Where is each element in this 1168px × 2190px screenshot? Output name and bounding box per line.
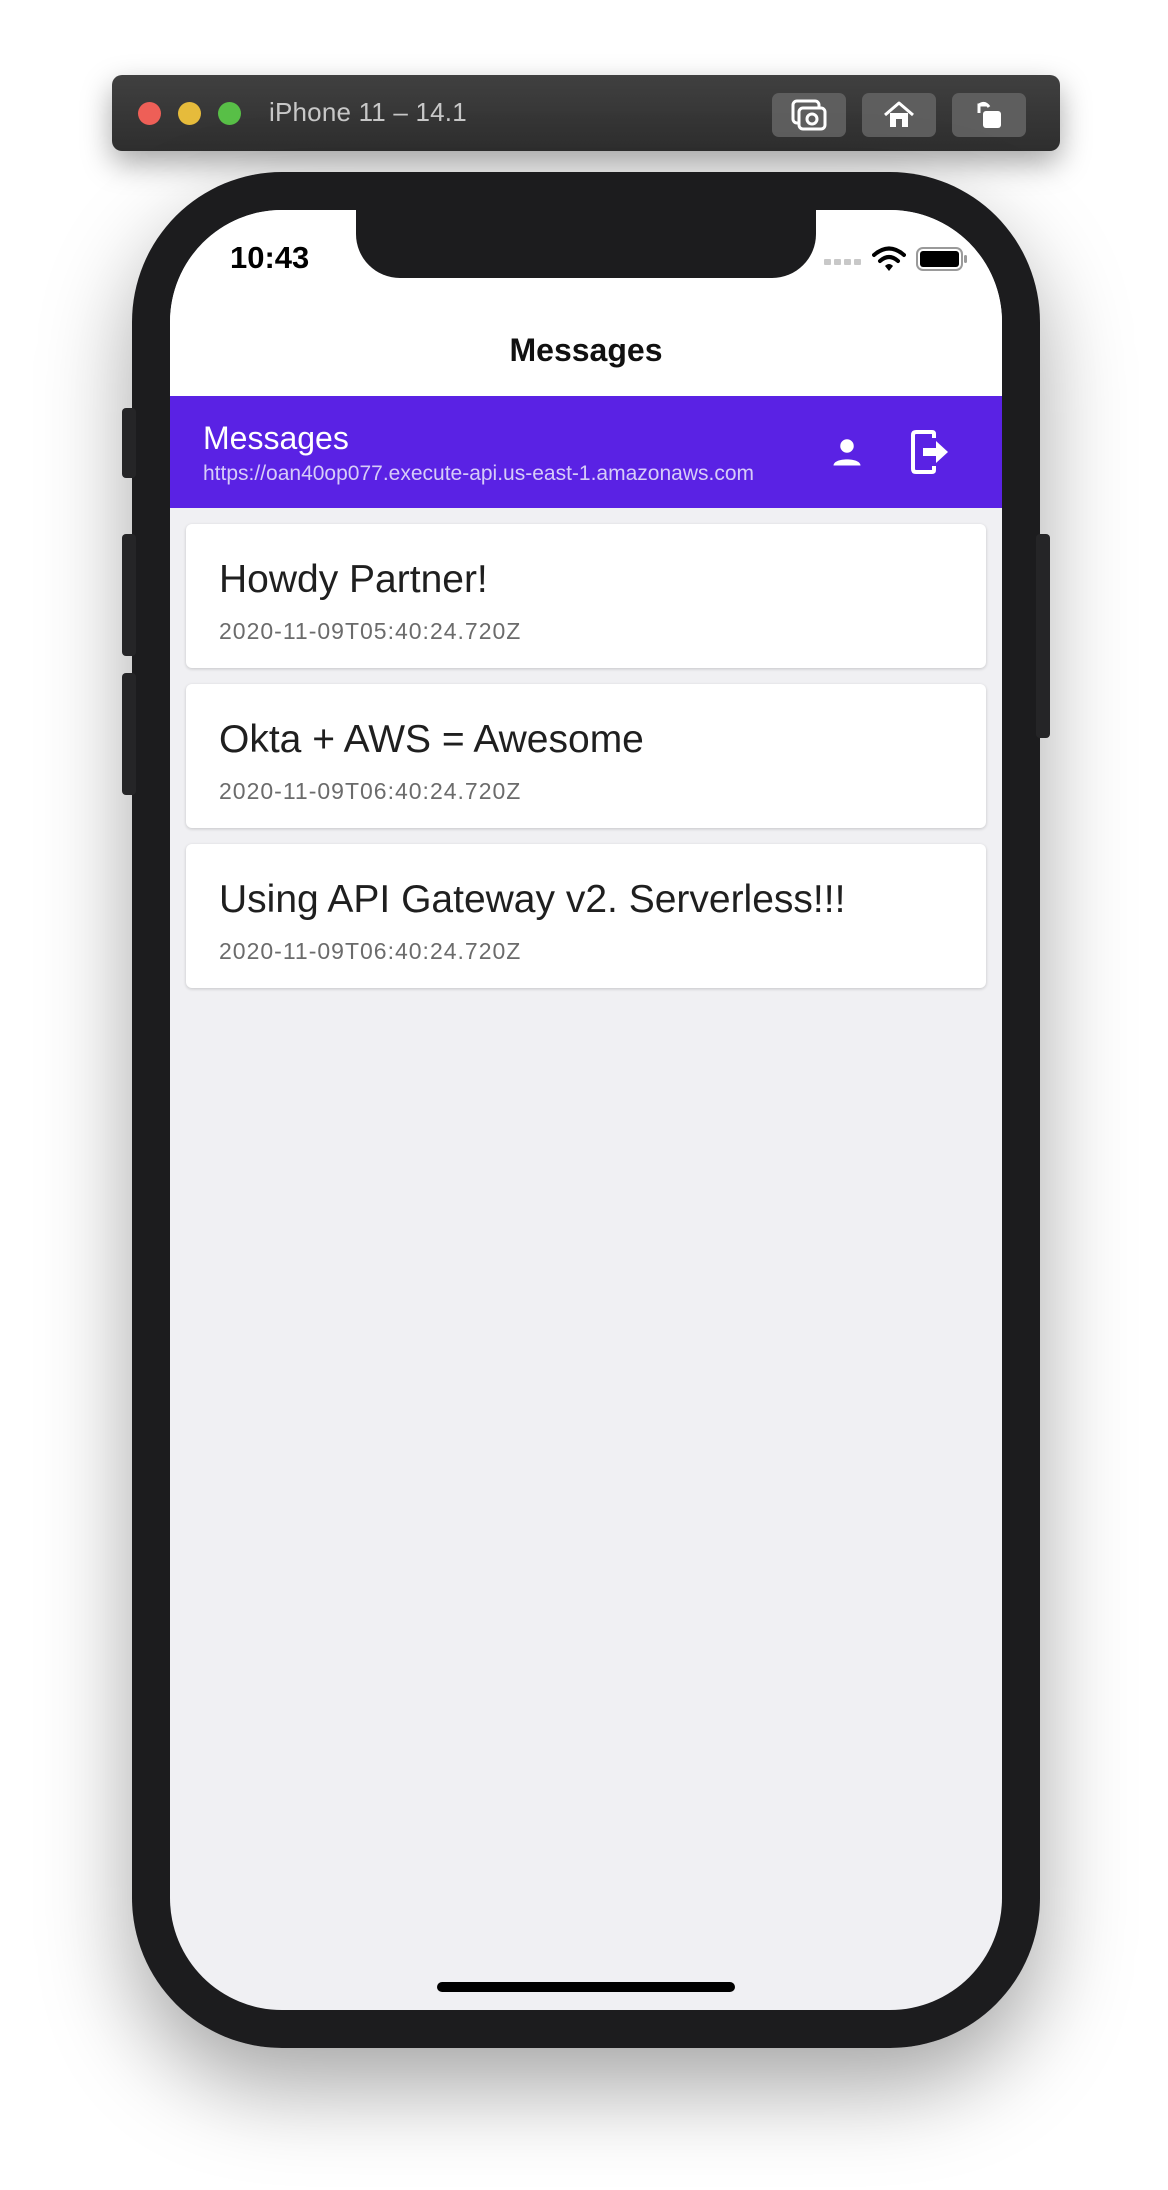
phone-screen: Messages 10:43 Messages https://oan40op0…	[170, 210, 1002, 2010]
message-title: Howdy Partner!	[219, 558, 488, 601]
message-card[interactable]: Okta + AWS = Awesome 2020-11-09T06:40:24…	[186, 684, 986, 828]
status-time: 10:43	[230, 240, 310, 275]
toolbar-subtitle-api-url: https://oan40op077.execute-api.us-east-1…	[203, 462, 754, 485]
simulator-title-bar: iPhone 11 – 14.1	[112, 75, 1060, 151]
message-list: Howdy Partner! 2020-11-09T05:40:24.720Z …	[186, 524, 986, 1004]
stage: iPhone 11 – 14.1 Messages 10:43 Messages…	[0, 0, 1168, 2190]
app-toolbar: Messages https://oan40op077.execute-api.…	[170, 396, 1002, 508]
zoom-window-button[interactable]	[218, 102, 241, 125]
message-card[interactable]: Howdy Partner! 2020-11-09T05:40:24.720Z	[186, 524, 986, 668]
page-title: Messages	[509, 332, 663, 368]
minimize-window-button[interactable]	[178, 102, 201, 125]
message-title: Okta + AWS = Awesome	[219, 718, 644, 761]
battery-icon	[916, 247, 967, 271]
status-indicators	[824, 246, 968, 272]
close-window-button[interactable]	[138, 102, 161, 125]
power-button[interactable]	[1036, 534, 1050, 738]
volume-down-button[interactable]	[122, 673, 136, 795]
screenshot-button[interactable]	[772, 93, 846, 137]
rotate-button[interactable]	[952, 93, 1026, 137]
cellular-signal-icon	[824, 259, 861, 265]
mute-switch[interactable]	[122, 408, 136, 478]
simulator-title: iPhone 11 – 14.1	[269, 97, 467, 127]
person-icon	[833, 439, 861, 466]
logout-icon	[911, 430, 948, 474]
camera-icon	[791, 99, 827, 131]
profile-button[interactable]	[819, 424, 875, 480]
volume-up-button[interactable]	[122, 534, 136, 656]
home-indicator[interactable]	[437, 1982, 735, 1992]
message-timestamp: 2020-11-09T05:40:24.720Z	[219, 618, 522, 644]
message-timestamp: 2020-11-09T06:40:24.720Z	[219, 938, 522, 964]
wifi-icon	[872, 246, 906, 271]
notch	[356, 210, 816, 278]
logout-button[interactable]	[902, 424, 958, 480]
message-title: Using API Gateway v2. Serverless!!!	[219, 878, 846, 921]
message-timestamp: 2020-11-09T06:40:24.720Z	[219, 778, 522, 804]
home-icon	[884, 101, 914, 127]
toolbar-title: Messages	[203, 420, 349, 456]
rotate-icon	[977, 101, 1001, 128]
home-button[interactable]	[862, 93, 936, 137]
message-card[interactable]: Using API Gateway v2. Serverless!!! 2020…	[186, 844, 986, 988]
